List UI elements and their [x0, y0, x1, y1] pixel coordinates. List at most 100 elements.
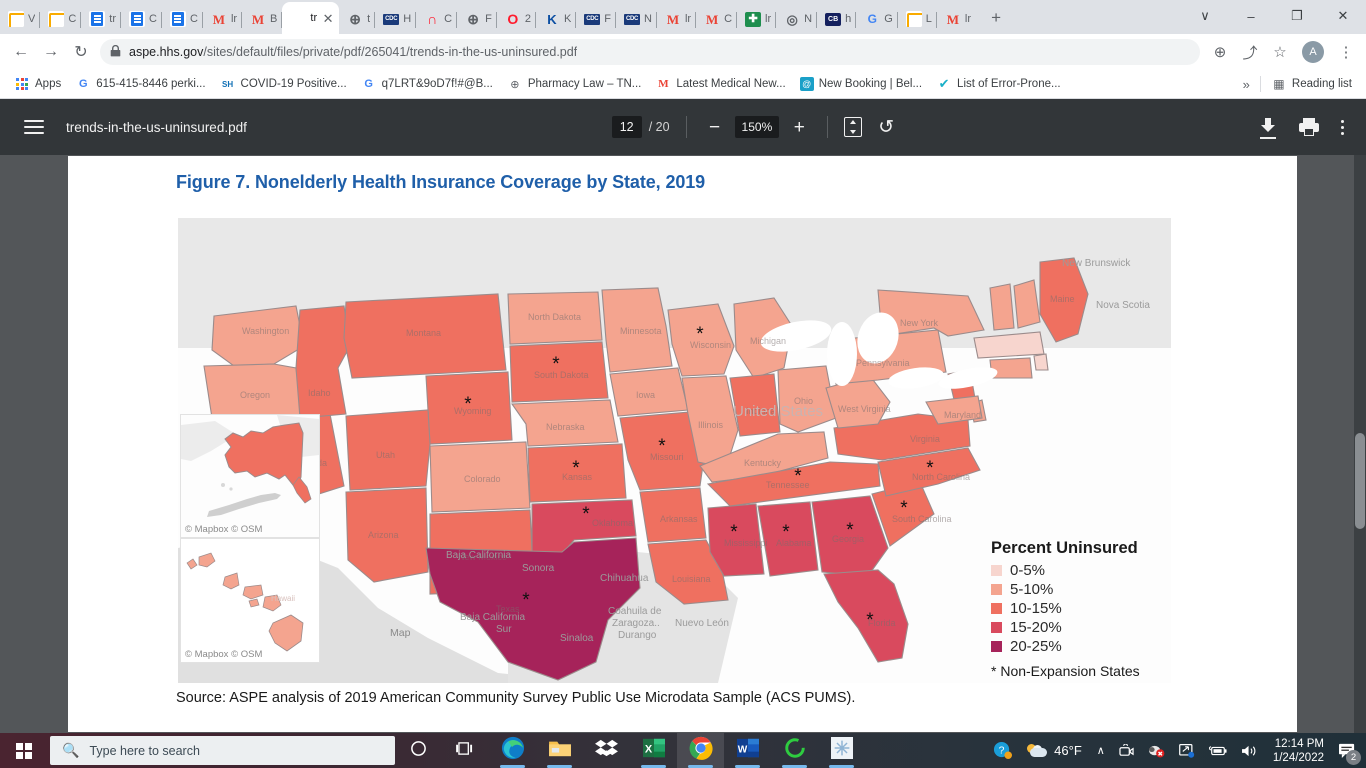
state-arizona[interactable]: [346, 488, 428, 582]
taskbar-chrome-icon[interactable]: [677, 733, 724, 768]
close-window-button[interactable]: ✕: [1320, 0, 1366, 32]
bookmark-item[interactable]: MLatest Medical New...: [649, 73, 791, 95]
download-icon[interactable]: [1259, 118, 1277, 136]
browser-tab-active[interactable]: tr✕: [282, 2, 339, 34]
tray-expand-icon[interactable]: ∧: [1090, 744, 1112, 757]
taskbar-task-view-icon[interactable]: [442, 733, 489, 768]
state-arkansas[interactable]: [640, 488, 706, 542]
state-vermont[interactable]: [990, 284, 1014, 330]
new-tab-button[interactable]: +: [982, 4, 1010, 32]
browser-tab[interactable]: C: [162, 4, 203, 34]
help-icon[interactable]: ?: [986, 741, 1019, 760]
share-icon[interactable]: ⤴: [1236, 38, 1264, 66]
weather-widget[interactable]: 46°F: [1019, 743, 1090, 758]
maximize-button[interactable]: ❐: [1274, 0, 1320, 32]
tab-search-button[interactable]: ∨: [1182, 0, 1228, 32]
taskbar-search-box[interactable]: 🔍 Type here to search: [50, 736, 395, 765]
browser-tab[interactable]: CBh: [817, 4, 856, 34]
browser-tab[interactable]: KK: [536, 4, 576, 34]
browser-tab[interactable]: tr: [81, 4, 121, 34]
reload-button[interactable]: ↻: [66, 37, 96, 67]
meet-muted-icon[interactable]: ✖: [1141, 744, 1172, 758]
browser-tab[interactable]: Mlr: [657, 4, 696, 34]
choropleth-map[interactable]: ************** WashingtonOregonCaliforni…: [178, 218, 1171, 683]
browser-tab[interactable]: CDCH: [375, 4, 416, 34]
zoom-in-button[interactable]: +: [787, 118, 811, 137]
browser-tab[interactable]: C: [40, 4, 81, 34]
reading-list-button[interactable]: ▦ Reading list: [1265, 73, 1358, 95]
browser-tab[interactable]: CDCN: [616, 4, 657, 34]
taskbar-file-explorer-icon[interactable]: [536, 733, 583, 768]
fit-page-icon[interactable]: [844, 117, 862, 137]
taskbar-dropbox-icon[interactable]: [583, 733, 630, 768]
zoom-icon[interactable]: ⊕: [1206, 38, 1234, 66]
taskbar-cortana-icon[interactable]: [395, 733, 442, 768]
bookmark-item[interactable]: Apps: [8, 73, 67, 95]
taskbar-edge-icon[interactable]: [489, 733, 536, 768]
browser-tab[interactable]: O2: [497, 4, 536, 34]
taskbar-clock[interactable]: 12:14 PM 1/24/2022: [1265, 737, 1332, 765]
camera-icon[interactable]: [1112, 744, 1141, 758]
browser-tab[interactable]: MB: [242, 4, 282, 34]
browser-tab[interactable]: Mlr: [203, 4, 242, 34]
bookmark-item[interactable]: G615-415-8446 perki...: [69, 73, 211, 95]
state-washington[interactable]: [212, 306, 304, 366]
browser-tab[interactable]: GG: [856, 4, 898, 34]
bookmark-item[interactable]: Gq7LRT&9oD7f!#@B...: [355, 73, 499, 95]
bookmark-item[interactable]: SHCOVID-19 Positive...: [214, 73, 353, 95]
taskbar-snowflake-app-icon[interactable]: [818, 733, 865, 768]
browser-tab[interactable]: ◎N: [776, 4, 817, 34]
state-iowa[interactable]: [610, 368, 688, 416]
back-button[interactable]: ←: [6, 37, 36, 67]
forward-button[interactable]: →: [36, 37, 66, 67]
state-colorado[interactable]: [430, 442, 530, 512]
pdf-scrollbar-track[interactable]: [1354, 155, 1366, 733]
zoom-level-label[interactable]: 150%: [735, 116, 780, 138]
notification-center-button[interactable]: 2: [1332, 733, 1362, 768]
taskbar-excel-icon[interactable]: X: [630, 733, 677, 768]
close-tab-icon[interactable]: ✕: [321, 11, 335, 25]
state-rhode-island[interactable]: [1034, 354, 1048, 370]
browser-tab[interactable]: ✚lr: [737, 4, 776, 34]
volume-icon[interactable]: [1234, 744, 1265, 758]
print-icon[interactable]: [1299, 118, 1319, 136]
avatar[interactable]: A: [1302, 41, 1324, 63]
browser-tab[interactable]: Mlr: [937, 4, 976, 34]
browser-tab[interactable]: ∩C: [416, 4, 457, 34]
browser-tab[interactable]: V: [0, 4, 40, 34]
zoom-out-button[interactable]: −: [703, 118, 727, 137]
bookmark-star-icon[interactable]: ☆: [1266, 38, 1294, 66]
state-idaho[interactable]: [296, 306, 350, 418]
legend-swatch: [991, 603, 1002, 614]
browser-tab[interactable]: ⊕F: [457, 4, 497, 34]
pdf-more-menu-icon[interactable]: [1341, 120, 1344, 135]
taskbar-word-icon[interactable]: W: [724, 733, 771, 768]
state-ohio[interactable]: [778, 366, 836, 432]
state-nebraska[interactable]: [512, 400, 618, 446]
state-massachusetts[interactable]: [974, 332, 1044, 358]
battery-icon[interactable]: [1202, 745, 1234, 757]
browser-tab[interactable]: C: [121, 4, 162, 34]
state-montana[interactable]: [344, 294, 506, 378]
bookmark-item[interactable]: ✔List of Error-Prone...: [930, 73, 1067, 95]
taskbar-ring-app-icon[interactable]: [771, 733, 818, 768]
page-number-input[interactable]: 12: [612, 116, 642, 138]
start-button[interactable]: [0, 733, 48, 768]
hamburger-icon[interactable]: [24, 120, 44, 134]
bookmark-item[interactable]: ⊕Pharmacy Law – TN...: [501, 73, 648, 95]
browser-tab[interactable]: CDCF: [576, 4, 616, 34]
minimize-button[interactable]: –: [1228, 0, 1274, 32]
browser-tab[interactable]: L: [898, 4, 937, 34]
bookmark-item[interactable]: @New Booking | Bel...: [794, 74, 928, 94]
address-bar[interactable]: aspe.hhs.gov/sites/default/files/private…: [100, 39, 1200, 65]
browser-tab[interactable]: ⊕t: [339, 4, 375, 34]
display-icon[interactable]: [1172, 744, 1202, 758]
chrome-menu-icon[interactable]: ⋮: [1332, 38, 1360, 66]
rotate-icon[interactable]: ↺: [878, 116, 894, 139]
pdf-scrollbar-thumb[interactable]: [1355, 433, 1365, 529]
state-utah[interactable]: [346, 410, 430, 490]
browser-tab[interactable]: MC: [696, 4, 737, 34]
state-north-dakota[interactable]: [508, 292, 602, 344]
bookmarks-overflow-button[interactable]: »: [1237, 77, 1256, 92]
state-minnesota[interactable]: [602, 288, 672, 372]
